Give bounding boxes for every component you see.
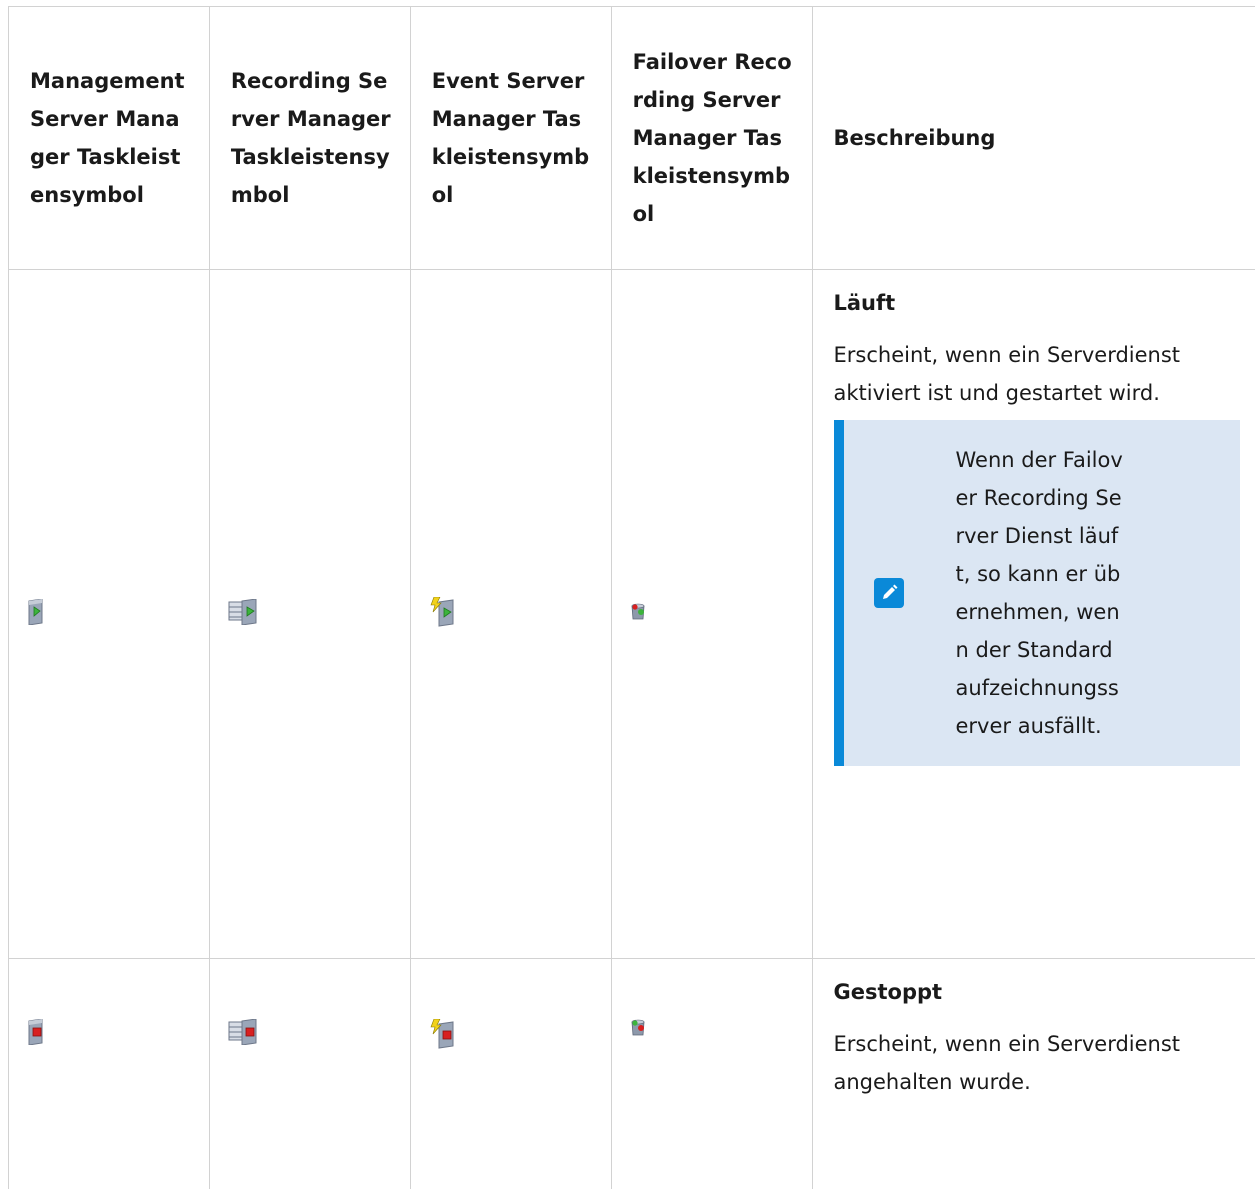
- failover-server-running-icon: [630, 603, 646, 621]
- table-row: Gestoppt Erscheint, wenn ein Serverdiens…: [9, 959, 1255, 1189]
- status-title-running: Läuft: [834, 284, 1255, 322]
- note-text: Wenn der Failover Recording Server Diens…: [956, 441, 1124, 745]
- cell-event-running: [410, 270, 611, 959]
- column-header-event-server: Event Server Manager Taskleistensymbol: [410, 7, 611, 270]
- cell-management-stopped: [9, 959, 210, 1189]
- failover-server-stopped-icon: [630, 1019, 646, 1037]
- cell-failover-stopped: [611, 959, 812, 1189]
- description-cell-stopped: Gestoppt Erscheint, wenn ein Serverdiens…: [812, 959, 1255, 1189]
- management-server-stopped-icon: [27, 1019, 47, 1045]
- pencil-icon: [874, 578, 904, 608]
- description-cell-running: Läuft Erscheint, wenn ein Serverdienst a…: [812, 270, 1255, 959]
- cell-failover-running: [611, 270, 812, 959]
- cell-event-stopped: [410, 959, 611, 1189]
- column-header-failover-server: Failover Recording Server Manager Taskle…: [611, 7, 812, 270]
- note-box: Wenn der Failover Recording Server Diens…: [834, 420, 1240, 766]
- table-row: Läuft Erscheint, wenn ein Serverdienst a…: [9, 270, 1255, 959]
- status-description-stopped: Erscheint, wenn ein Serverdienst angehal…: [834, 1025, 1214, 1101]
- recording-server-running-icon: [228, 599, 262, 625]
- event-server-stopped-icon: [429, 1019, 459, 1049]
- table-header-row: Management Server Manager Taskleistensym…: [9, 7, 1255, 270]
- event-server-running-icon: [429, 597, 459, 627]
- column-header-description: Beschreibung: [812, 7, 1255, 270]
- taskbar-icon-table: Management Server Manager Taskleistensym…: [8, 6, 1255, 1189]
- management-server-running-icon: [27, 599, 47, 625]
- cell-recording-running: [209, 270, 410, 959]
- recording-server-stopped-icon: [228, 1019, 262, 1045]
- column-header-management-server: Management Server Manager Taskleistensym…: [9, 7, 210, 270]
- status-description-running: Erscheint, wenn ein Serverdienst aktivie…: [834, 336, 1214, 412]
- status-title-stopped: Gestoppt: [834, 973, 1255, 1011]
- cell-recording-stopped: [209, 959, 410, 1189]
- column-header-recording-server: Recording Server Manager Taskleistensymb…: [209, 7, 410, 270]
- cell-management-running: [9, 270, 210, 959]
